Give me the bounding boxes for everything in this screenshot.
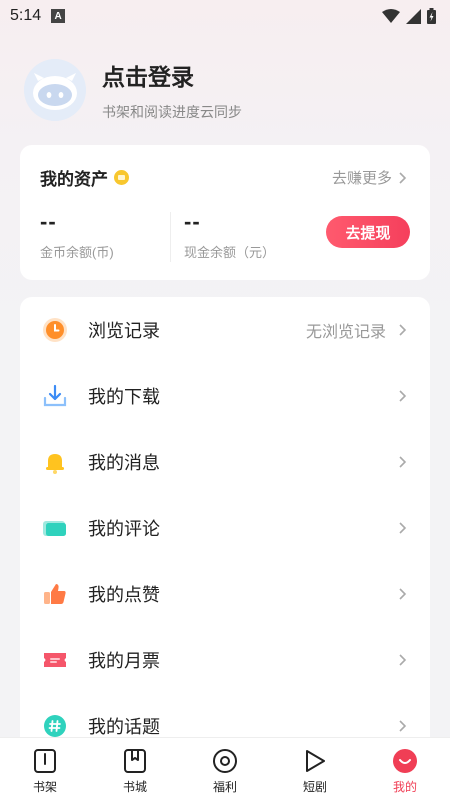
menu-item-label: 我的消息 <box>88 453 160 473</box>
chevron-right-icon <box>399 390 407 402</box>
menu-item-label: 我的评论 <box>88 519 160 539</box>
comment-icon <box>42 515 68 541</box>
bookshelf-icon <box>32 748 58 774</box>
menu-item-messages[interactable]: 我的消息 <box>20 429 430 495</box>
robot-avatar-icon <box>24 59 86 121</box>
earn-more-label: 去赚更多 <box>331 170 392 187</box>
coin-balance-label: 金币余额(币) <box>40 245 114 260</box>
menu-item-label: 我的月票 <box>88 651 160 671</box>
login-title[interactable]: 点击登录 <box>102 58 242 92</box>
battery-icon <box>427 8 436 24</box>
notification-icon: A <box>51 9 66 23</box>
play-icon <box>302 748 328 774</box>
status-time: 5:14 <box>10 7 42 24</box>
menu-item-label: 我的话题 <box>88 717 160 737</box>
nav-label: 书架 <box>32 780 57 794</box>
menu-item-label: 我的下载 <box>88 387 160 407</box>
status-bar: 5:14 A <box>0 0 450 32</box>
nav-label: 短剧 <box>302 780 327 794</box>
nav-item-bookstore[interactable]: 书城 <box>90 738 180 800</box>
chevron-right-icon <box>399 588 407 600</box>
chevron-right-icon <box>399 171 407 184</box>
menu-list: 浏览记录 无浏览记录 我的下载 我的消息 我的评论 我的点赞 我的月票 我的话题 <box>20 297 430 757</box>
divider <box>170 212 171 262</box>
menu-item-monthly-tickets[interactable]: 我的月票 <box>20 627 430 693</box>
clock-icon <box>42 317 68 343</box>
profile-icon <box>392 748 418 774</box>
coin-balance[interactable]: -- 金币余额(币) <box>40 210 114 261</box>
chevron-right-icon <box>399 324 407 336</box>
cash-balance[interactable]: -- 现金余额（元） <box>184 210 275 261</box>
nav-label: 我的 <box>392 780 417 794</box>
hashtag-icon <box>42 713 68 739</box>
bookstore-icon <box>122 748 148 774</box>
menu-item-label: 浏览记录 <box>88 321 160 341</box>
withdraw-button[interactable]: 去提现 <box>326 216 410 248</box>
bottom-nav: 书架 书城 福利 短剧 我的 <box>0 737 450 800</box>
avatar[interactable] <box>24 59 86 121</box>
chevron-right-icon <box>399 522 407 534</box>
chevron-right-icon <box>399 456 407 468</box>
thumbs-up-icon <box>42 581 68 607</box>
cash-balance-value: -- <box>184 209 201 234</box>
assets-title: 我的资产 <box>40 170 108 189</box>
menu-item-history[interactable]: 浏览记录 无浏览记录 <box>20 297 430 363</box>
menu-item-downloads[interactable]: 我的下载 <box>20 363 430 429</box>
chevron-right-icon <box>399 720 407 732</box>
coin-icon <box>114 170 129 185</box>
nav-label: 书城 <box>122 780 147 794</box>
ticket-icon <box>42 647 68 673</box>
menu-item-likes[interactable]: 我的点赞 <box>20 561 430 627</box>
status-indicators <box>382 8 436 24</box>
cash-balance-label: 现金余额（元） <box>184 245 276 260</box>
wifi-icon <box>382 9 400 23</box>
nav-item-welfare[interactable]: 福利 <box>180 738 270 800</box>
nav-item-bookshelf[interactable]: 书架 <box>0 738 90 800</box>
menu-item-label: 我的点赞 <box>88 585 160 605</box>
download-icon <box>42 383 68 409</box>
nav-label: 福利 <box>212 780 237 794</box>
menu-item-comments[interactable]: 我的评论 <box>20 495 430 561</box>
nav-item-short-drama[interactable]: 短剧 <box>270 738 360 800</box>
login-header[interactable]: 点击登录 书架和阅读进度云同步 <box>24 58 242 122</box>
history-status: 无浏览记录 <box>305 324 386 341</box>
coin-balance-value: -- <box>40 209 57 234</box>
bell-icon <box>42 449 68 475</box>
chevron-right-icon <box>399 654 407 666</box>
welfare-icon <box>212 748 238 774</box>
nav-item-profile[interactable]: 我的 <box>360 738 450 800</box>
earn-more-link[interactable]: 去赚更多 <box>332 167 410 188</box>
login-subtitle: 书架和阅读进度云同步 <box>102 104 242 120</box>
assets-card: 我的资产 去赚更多 -- 金币余额(币) -- 现金余额（元） 去提现 <box>20 145 430 280</box>
signal-icon <box>406 8 421 24</box>
